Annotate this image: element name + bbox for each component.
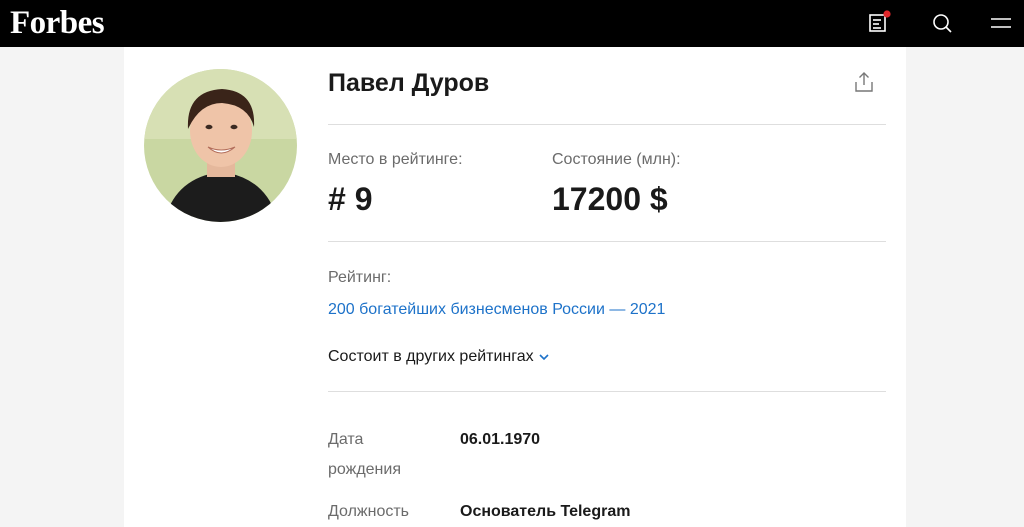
- net-worth-label: Состояние (млн):: [552, 151, 681, 168]
- divider: [328, 241, 886, 242]
- news-feed-icon[interactable]: [867, 10, 893, 36]
- person-name: Павел Дуров: [328, 69, 490, 97]
- birth-date-value: 06.01.1970: [460, 431, 541, 448]
- forbes-logo[interactable]: Forbes: [10, 3, 105, 43]
- birth-date-label-line1: Дата: [328, 431, 364, 448]
- avatar: [144, 69, 297, 222]
- net-worth-value: 17200 $: [552, 181, 668, 217]
- birth-date-label: Дата рождения: [328, 425, 401, 485]
- divider: [328, 391, 886, 392]
- top-navigation-bar: Forbes: [0, 0, 1024, 47]
- profile-card: Павел Дуров Место в рейтинге: # 9 Состоя…: [124, 47, 906, 527]
- menu-icon[interactable]: [988, 10, 1014, 36]
- birth-date-label-line2: рождения: [328, 461, 401, 478]
- rating-link[interactable]: 200 богатейших бизнесменов России — 2021: [328, 300, 665, 320]
- notification-dot-icon: [883, 10, 891, 18]
- divider: [328, 124, 886, 125]
- share-icon[interactable]: [852, 69, 876, 95]
- rank-value: # 9: [328, 181, 373, 217]
- rank-label: Место в рейтинге:: [328, 151, 463, 168]
- other-ratings-dropdown[interactable]: Состоит в других рейтингах: [328, 347, 550, 367]
- chevron-down-icon: [538, 347, 550, 367]
- other-ratings-label: Состоит в других рейтингах: [328, 348, 534, 366]
- position-value: Основатель Telegram: [460, 503, 631, 520]
- position-label: Должность: [328, 503, 409, 520]
- search-icon[interactable]: [929, 10, 955, 36]
- rating-label: Рейтинг:: [328, 269, 392, 286]
